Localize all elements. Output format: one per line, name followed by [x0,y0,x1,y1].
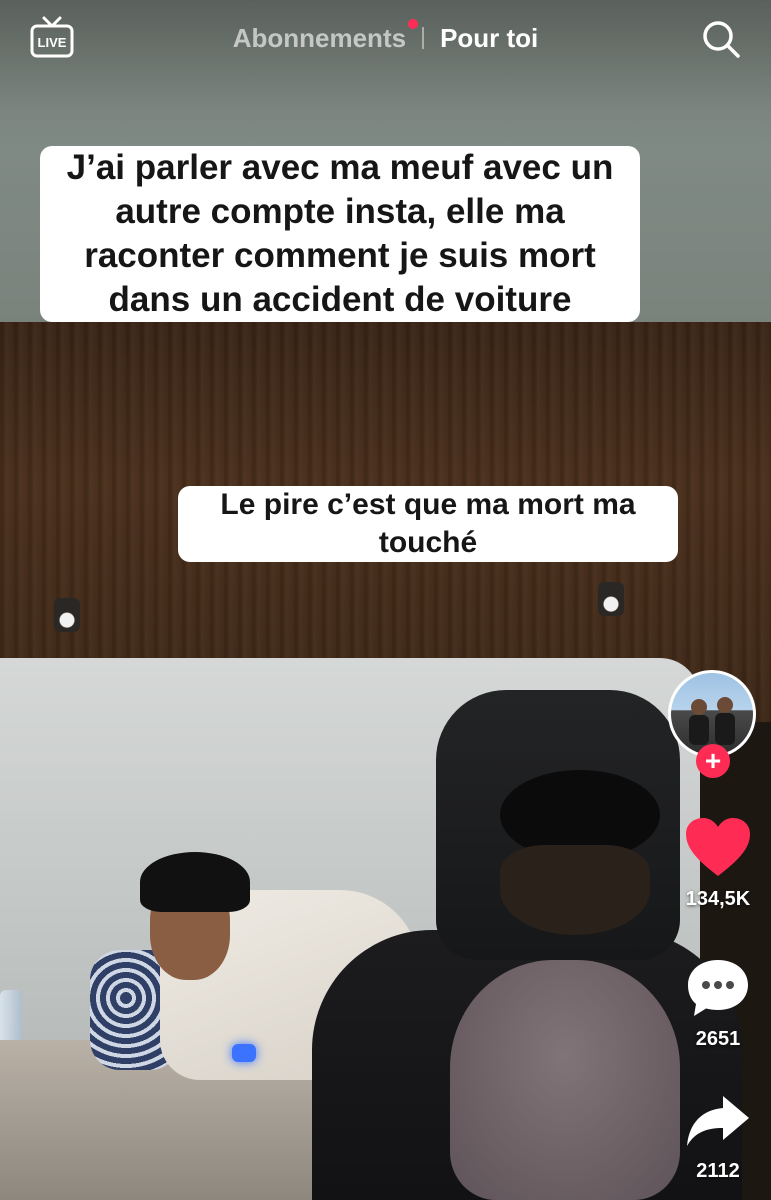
tab-divider [422,27,425,49]
search-icon [703,21,740,58]
notification-dot [408,18,419,29]
video-beard [500,845,650,935]
caption-sticker-main: J’ai parler avec ma meuf avec un autre c… [40,146,640,323]
creator-avatar-group: + [668,670,762,780]
share-icon [687,1096,749,1146]
caption-secondary-text: Le pire c’est que ma mort ma touché [178,486,678,562]
tab-following[interactable]: Abonnements [227,18,419,54]
video-plush-toy [450,960,680,1200]
tab-following-label: Abonnements [232,22,407,53]
comment-button[interactable]: 2651 [676,956,760,1051]
feed-tabs: Abonnements Pour toi [0,18,771,58]
like-count: 134,5K [685,888,751,910]
tab-for-you-label: Pour toi [440,22,539,53]
share-count: 2112 [696,1160,740,1182]
share-button[interactable]: 2112 [676,1090,760,1183]
avatar-photo [689,697,735,745]
wall-lamp-left [54,598,80,632]
caption-sticker-secondary: Le pire c’est que ma mort ma touché [178,486,678,562]
wall-lamp-right [598,582,624,616]
comment-count: 2651 [695,1028,741,1050]
search-button[interactable] [700,18,742,60]
video-person-cap [140,852,250,912]
video-feed-screen: LIVE Abonnements Pour toi J’ai parler av… [0,0,771,1200]
comment-icon [688,960,748,1016]
follow-button[interactable]: + [696,744,730,778]
heart-icon [686,818,750,876]
caption-main-text: J’ai parler avec ma meuf avec un autre c… [40,146,640,323]
video-smartwatch [232,1044,256,1062]
plus-icon: + [704,745,722,776]
like-button[interactable]: 134,5K [676,816,760,911]
tab-for-you[interactable]: Pour toi [434,23,544,54]
